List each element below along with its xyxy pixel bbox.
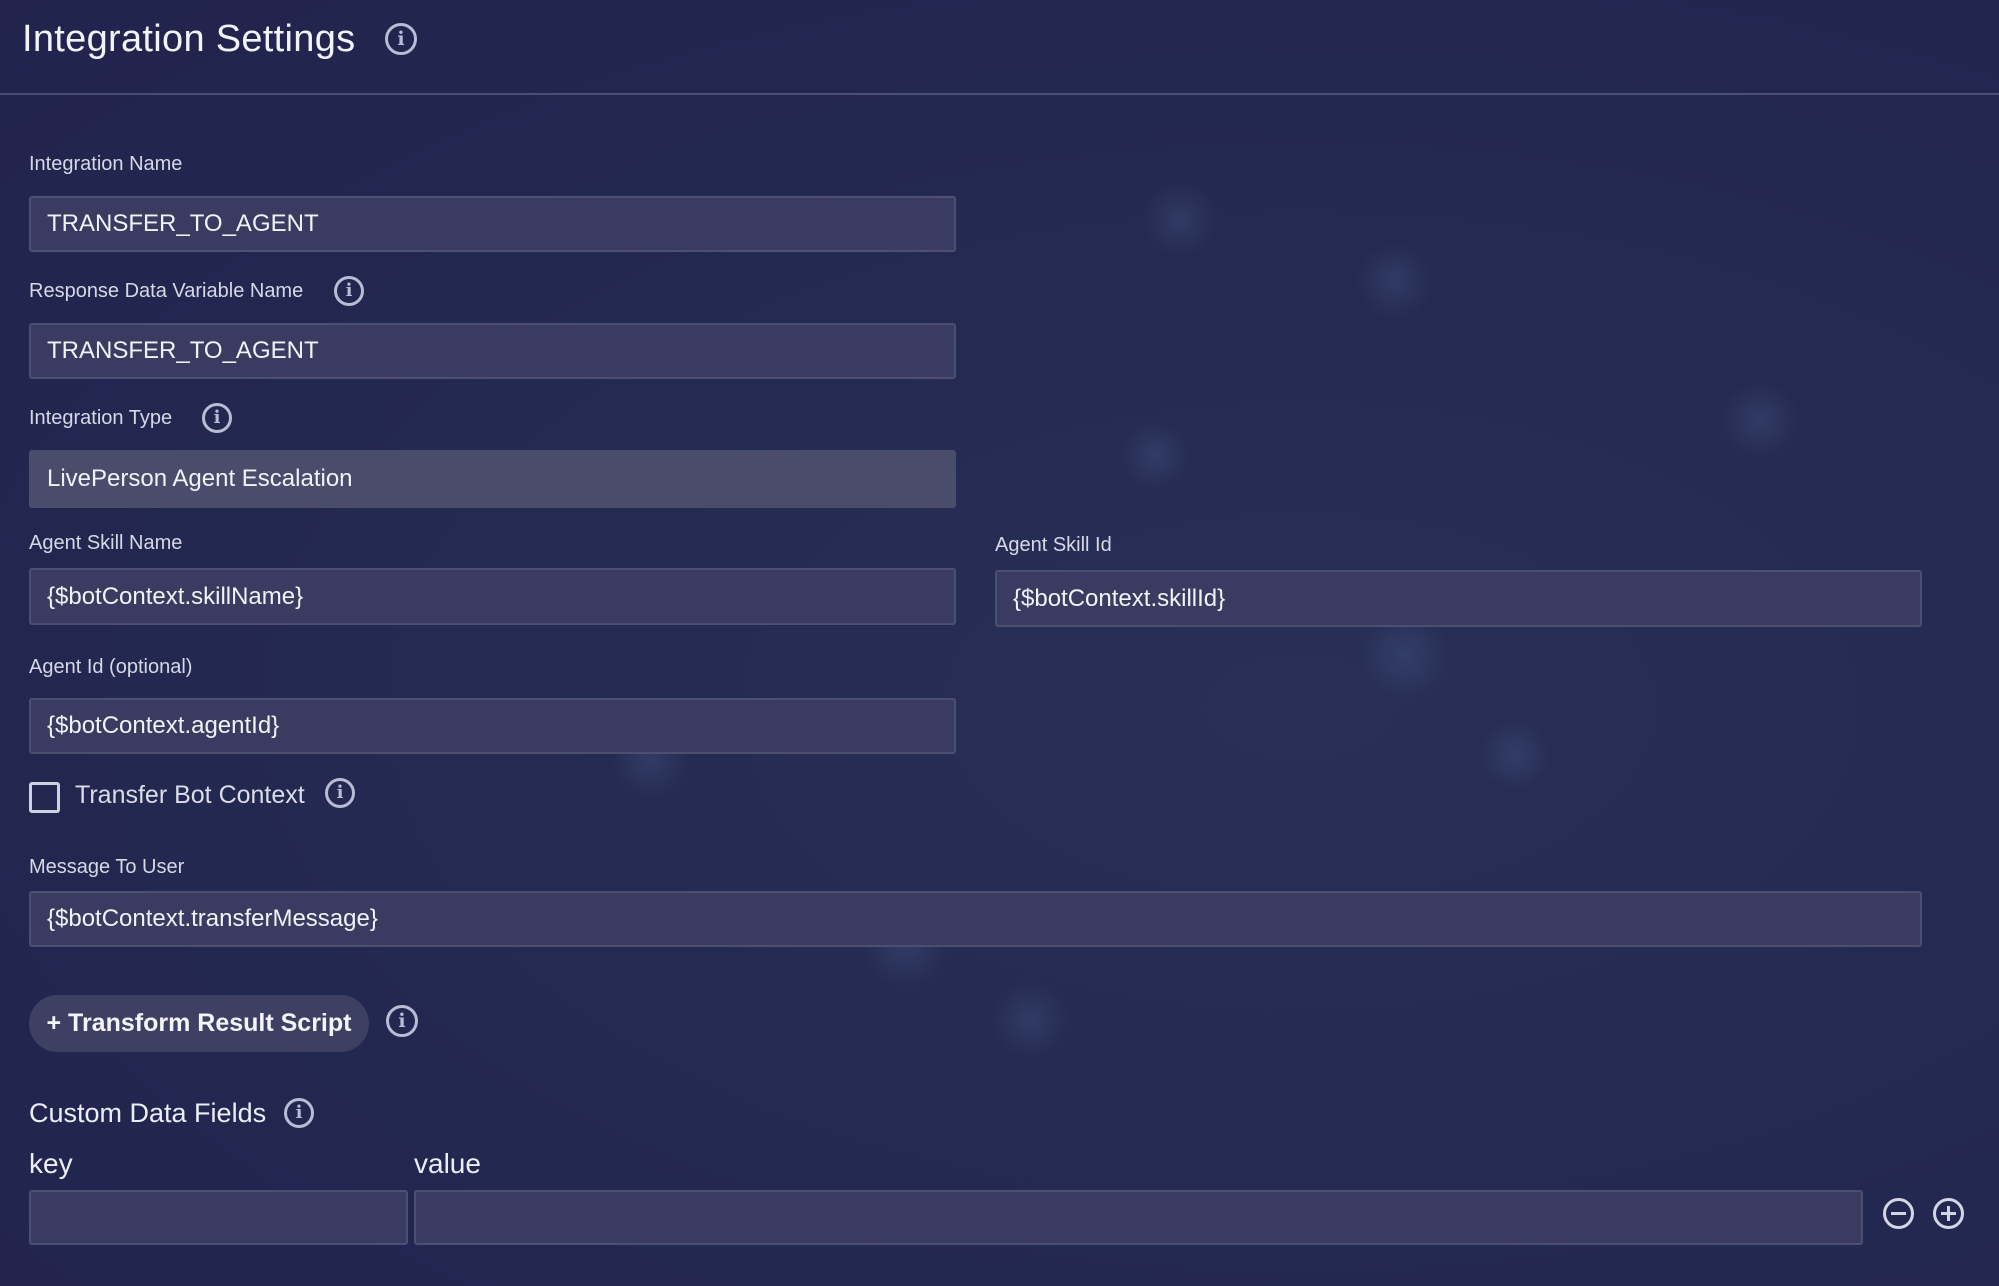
integration-name-label: Integration Name bbox=[29, 153, 183, 175]
message-to-user-input[interactable]: {$botContext.transferMessage} bbox=[29, 891, 1922, 947]
value-column-label: value bbox=[414, 1148, 481, 1179]
minus-circle-icon[interactable] bbox=[1883, 1198, 1914, 1229]
info-icon[interactable]: i bbox=[385, 23, 417, 55]
transfer-bot-context-checkbox[interactable] bbox=[29, 782, 60, 813]
header-bar: Integration Settings i bbox=[0, 0, 1999, 95]
plus-circle-icon[interactable] bbox=[1933, 1198, 1964, 1229]
agent-skill-id-label: Agent Skill Id bbox=[995, 534, 1112, 556]
agent-id-input[interactable]: {$botContext.agentId} bbox=[29, 698, 956, 754]
integration-type-field: LivePerson Agent Escalation bbox=[29, 450, 956, 508]
message-to-user-label: Message To User bbox=[29, 856, 185, 878]
transform-result-script-button[interactable]: + Transform Result Script bbox=[29, 995, 369, 1052]
info-icon[interactable]: i bbox=[284, 1098, 314, 1128]
integration-name-input[interactable]: TRANSFER_TO_AGENT bbox=[29, 196, 956, 252]
info-icon[interactable]: i bbox=[334, 276, 364, 306]
integration-type-label: Integration Type bbox=[29, 407, 173, 429]
transfer-bot-context-label[interactable]: Transfer Bot Context bbox=[75, 781, 305, 810]
response-data-variable-label: Response Data Variable Name bbox=[29, 280, 304, 302]
key-column-label: key bbox=[29, 1148, 73, 1179]
info-icon[interactable]: i bbox=[325, 778, 355, 808]
agent-skill-name-label: Agent Skill Name bbox=[29, 532, 183, 554]
response-data-variable-input[interactable]: TRANSFER_TO_AGENT bbox=[29, 323, 956, 379]
page-title: Integration Settings bbox=[22, 18, 356, 60]
custom-data-fields-title: Custom Data Fields bbox=[29, 1098, 267, 1128]
custom-data-value-input[interactable] bbox=[414, 1190, 1863, 1245]
info-icon[interactable]: i bbox=[386, 1005, 418, 1037]
agent-skill-id-input[interactable]: {$botContext.skillId} bbox=[995, 570, 1922, 627]
agent-id-label: Agent Id (optional) bbox=[29, 656, 193, 678]
info-icon[interactable]: i bbox=[202, 403, 232, 433]
agent-skill-name-input[interactable]: {$botContext.skillName} bbox=[29, 568, 956, 625]
custom-data-key-input[interactable] bbox=[29, 1190, 408, 1245]
